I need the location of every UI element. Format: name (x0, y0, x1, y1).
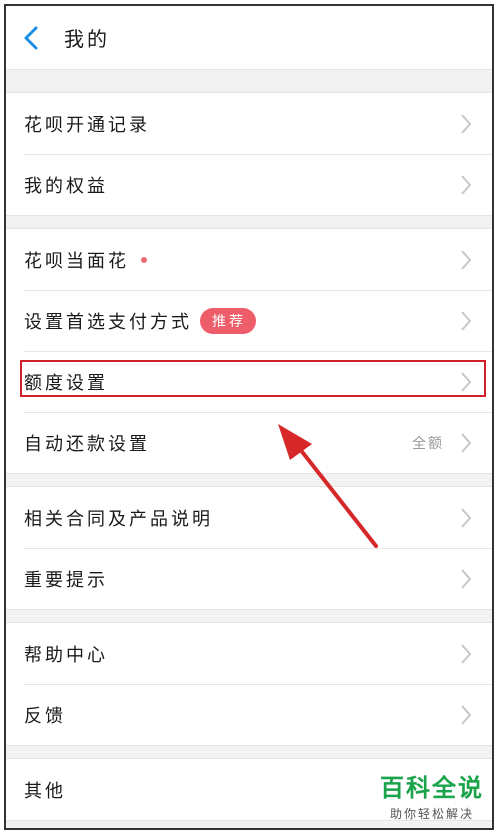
chevron-right-icon (461, 644, 472, 664)
menu-item-label: 我的权益 (24, 176, 108, 197)
chevron-right-icon (461, 705, 472, 725)
menu-item-activation-record[interactable]: 花呗开通记录 (6, 93, 492, 154)
chevron-right-icon (461, 114, 472, 134)
menu-item-label: 重要提示 (24, 570, 108, 591)
chevron-right-icon (461, 175, 472, 195)
menu-item-important-notice[interactable]: 重要提示 (6, 548, 492, 609)
menu-item-preferred-payment[interactable]: 设置首选支付方式 推荐 (6, 290, 492, 351)
nav-bar: 我的 (6, 6, 492, 70)
menu-item-face-to-face-pay[interactable]: 花呗当面花 (6, 229, 492, 290)
new-dot-badge (141, 257, 147, 263)
recommend-badge: 推荐 (200, 308, 256, 334)
menu-item-feedback[interactable]: 反馈 (6, 684, 492, 745)
page-title: 我的 (64, 27, 110, 51)
highlight-box (20, 360, 486, 397)
menu-group-2: 花呗当面花 设置首选支付方式 推荐 额度设置 自动还款设置 全额 (6, 228, 492, 474)
menu-item-auto-repay-settings[interactable]: 自动还款设置 全额 (6, 412, 492, 473)
menu-item-label: 相关合同及产品说明 (24, 509, 213, 530)
watermark-sub: 助你轻松解决 (389, 807, 474, 821)
menu-item-contracts[interactable]: 相关合同及产品说明 (6, 487, 492, 548)
back-icon[interactable] (20, 24, 44, 52)
chevron-right-icon (461, 250, 472, 270)
menu-item-label: 自动还款设置 (24, 434, 150, 455)
menu-item-help-center[interactable]: 帮助中心 (6, 623, 492, 684)
auto-repay-value: 全额 (412, 436, 444, 452)
menu-item-label: 花呗当面花 (24, 247, 147, 273)
menu-item-my-rights[interactable]: 我的权益 (6, 154, 492, 215)
menu-group-4: 帮助中心 反馈 (6, 622, 492, 746)
chevron-right-icon (461, 311, 472, 331)
watermark-main: 百科全说 (380, 774, 484, 802)
menu-item-label: 设置首选支付方式 推荐 (24, 308, 256, 336)
menu-item-label: 其他 (24, 781, 66, 802)
chevron-right-icon (461, 508, 472, 528)
menu-group-1: 花呗开通记录 我的权益 (6, 92, 492, 216)
chevron-right-icon (461, 569, 472, 589)
menu-item-label: 花呗开通记录 (24, 115, 150, 136)
watermark-logo: 百科全说 助你轻松解决 (380, 768, 484, 822)
menu-item-label: 反馈 (24, 706, 66, 727)
menu-group-3: 相关合同及产品说明 重要提示 (6, 486, 492, 610)
chevron-right-icon (461, 433, 472, 453)
menu-item-label: 帮助中心 (24, 645, 108, 666)
screen: 我的 花呗开通记录 我的权益 花呗当面花 设置首选支付方式 推荐 额度设置 自动还… (4, 4, 494, 830)
